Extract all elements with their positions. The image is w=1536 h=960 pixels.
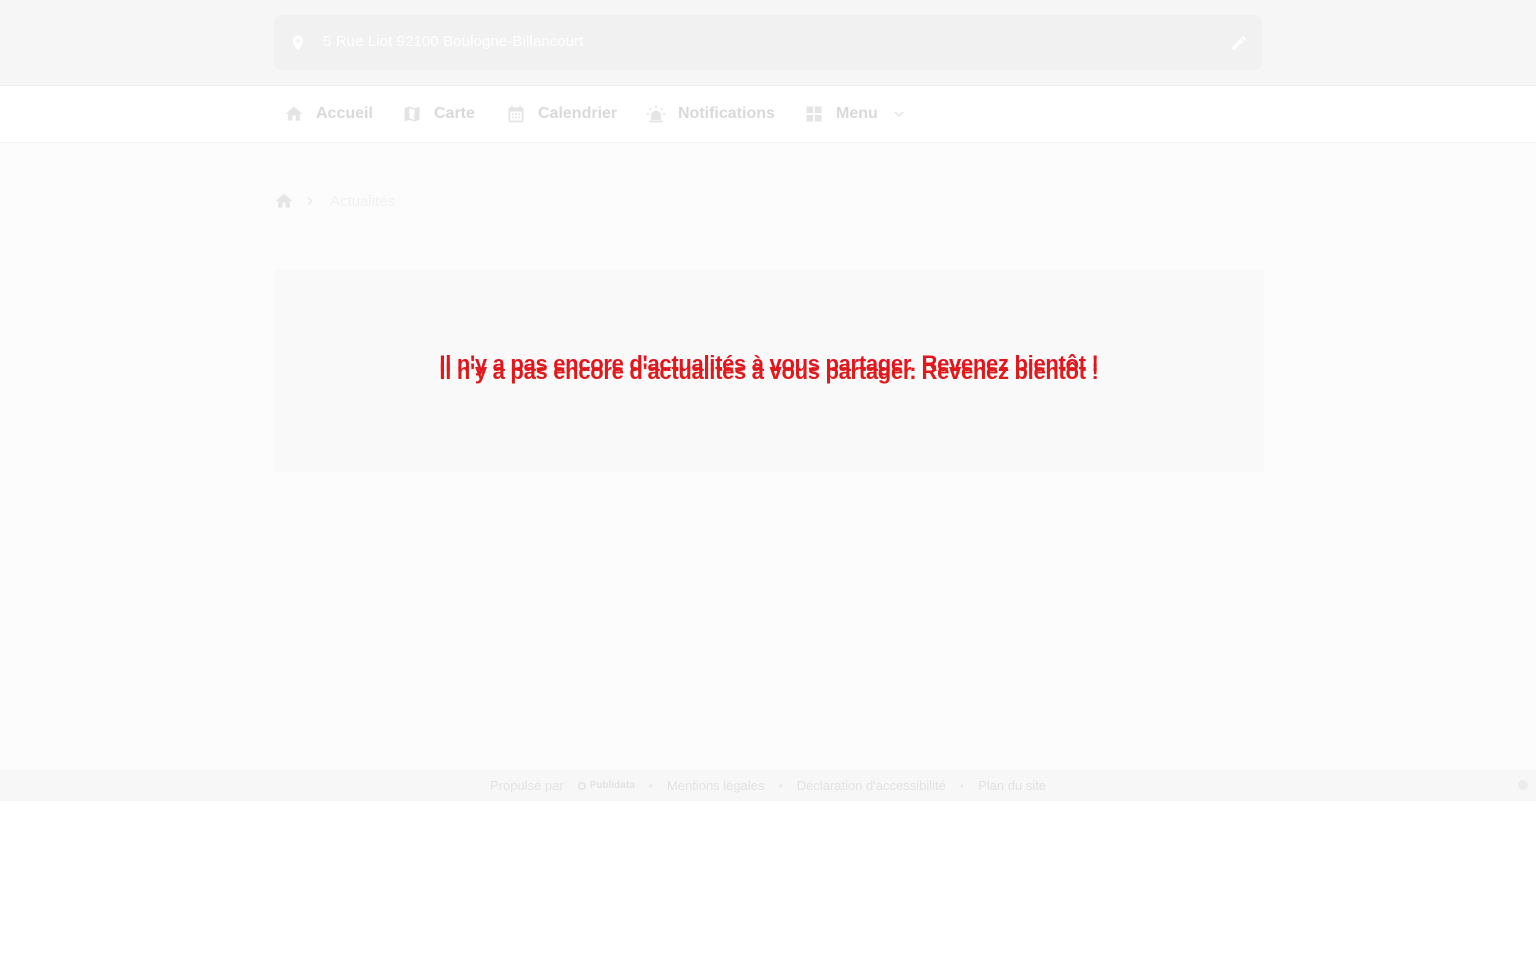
footer-link-accessibilite[interactable]: Déclaration d'accessibilité: [797, 778, 946, 793]
nav-label: Accueil: [316, 105, 373, 122]
grid-icon: [806, 106, 822, 122]
publidata-icon: [577, 781, 586, 790]
nav-label: Notifications: [678, 105, 775, 122]
separator: •: [959, 778, 965, 793]
breadcrumb-current: Actualités: [330, 192, 396, 210]
address-text: 5 Rue Liot 92100 Boulogne-Billancourt: [323, 33, 584, 50]
footer-row: Propulsé par Publidata • Mentions légale…: [0, 770, 1536, 801]
main-nav: Accueil Carte Calendrier Notifications M…: [0, 86, 1536, 143]
powered-by-text: Propulsé par: [489, 778, 564, 793]
nav-item-notifications[interactable]: Notifications: [646, 86, 775, 142]
brand-label: Publidata: [589, 780, 635, 791]
nav-item-accueil[interactable]: Accueil: [284, 86, 373, 142]
news-card: Il n'y a pas encore d'actualités à vous …: [274, 270, 1264, 472]
status-dot: [1518, 780, 1528, 790]
calendar-icon: [508, 105, 524, 123]
map-icon: [404, 106, 420, 122]
nav-label: Carte: [434, 105, 475, 122]
separator: •: [648, 778, 653, 793]
empty-state: Il n'y a pas encore d'actualités à vous …: [274, 270, 1264, 472]
footer-link-plan[interactable]: Plan du site: [978, 778, 1046, 793]
alarm-light-icon: [646, 105, 666, 123]
breadcrumb: Actualités: [274, 190, 395, 212]
page: 5 Rue Liot 92100 Boulogne-Billancourt Ac…: [0, 0, 1536, 801]
nav-item-menu[interactable]: Menu: [804, 86, 908, 142]
footer-link-mentions[interactable]: Mentions légales: [667, 778, 765, 793]
nav-item-carte[interactable]: Carte: [402, 86, 475, 142]
home-icon[interactable]: [274, 191, 294, 211]
nav-item-calendrier[interactable]: Calendrier: [506, 86, 617, 142]
nav-label: Menu: [836, 105, 878, 122]
address-bar[interactable]: 5 Rue Liot 92100 Boulogne-Billancourt: [274, 15, 1262, 70]
nav-label: Calendrier: [538, 105, 618, 122]
footer: Propulsé par Publidata • Mentions légale…: [0, 770, 1536, 801]
pencil-icon[interactable]: [1230, 34, 1248, 52]
map-pin-icon: [292, 35, 304, 51]
separator: •: [778, 778, 783, 793]
header: 5 Rue Liot 92100 Boulogne-Billancourt: [0, 0, 1536, 86]
chevron-down-icon: [894, 111, 904, 117]
empty-message-shadow: Il n'y a pas encore d'actualités à vous …: [439, 359, 1099, 384]
home-icon: [285, 106, 303, 121]
publidata-logo[interactable]: Publidata: [577, 780, 635, 791]
chevron-right-icon: [307, 197, 313, 205]
